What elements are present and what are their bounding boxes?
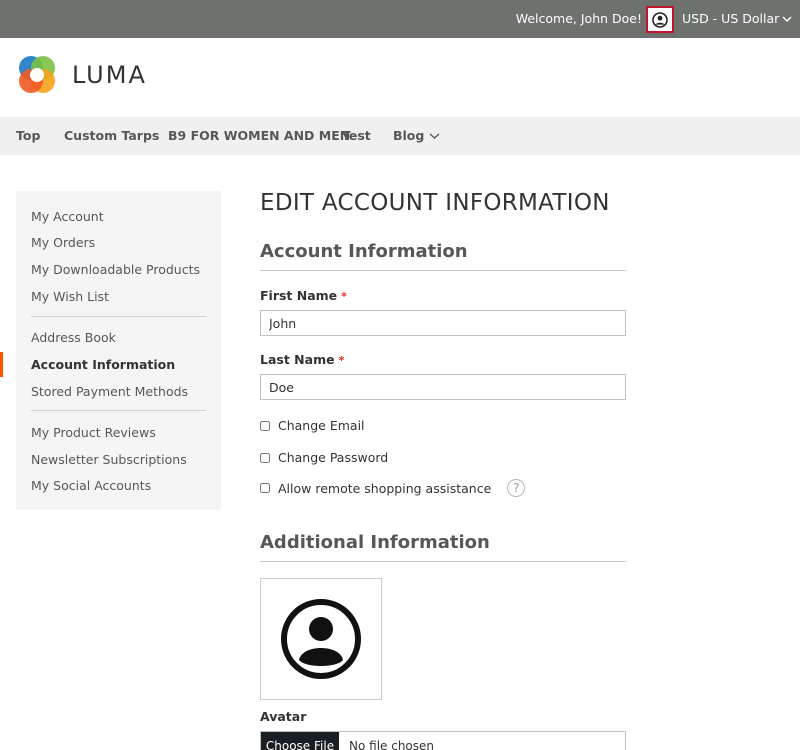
first-name-input[interactable] <box>260 310 626 336</box>
nav-item-top[interactable]: Top <box>16 128 40 143</box>
account-sidebar: My Account My Orders My Downloadable Pro… <box>16 191 221 510</box>
chevron-down-icon <box>782 16 792 22</box>
page-title: EDIT ACCOUNT INFORMATION <box>260 190 610 216</box>
remote-assistance-checkbox[interactable] <box>260 483 270 493</box>
remote-assistance-option: Allow remote shopping assistance ? <box>260 479 526 497</box>
sidebar-divider <box>31 410 206 411</box>
required-asterisk: * <box>338 354 345 367</box>
nav-item-blog[interactable]: Blog <box>393 128 440 143</box>
last-name-label: Last Name * <box>260 352 344 367</box>
avatar-file-input[interactable]: Choose File No file chosen <box>260 731 626 750</box>
sidebar-item-product-reviews[interactable]: My Product Reviews <box>31 425 156 440</box>
sidebar-item-account-information[interactable]: Account Information <box>31 357 175 372</box>
avatar-label: Avatar <box>260 709 307 724</box>
avatar-placeholder-icon <box>281 599 361 679</box>
last-name-label-text: Last Name <box>260 352 335 367</box>
account-information-heading: Account Information <box>260 241 468 262</box>
nav-item-custom-tarps[interactable]: Custom Tarps <box>64 128 159 143</box>
sidebar-item-address-book[interactable]: Address Book <box>31 330 116 345</box>
account-menu-button[interactable] <box>646 6 674 33</box>
remote-assistance-label[interactable]: Allow remote shopping assistance <box>278 481 491 496</box>
nav-item-blog-label: Blog <box>393 128 425 143</box>
main-navigation: Top Custom Tarps B9 FOR WOMEN AND MEN Te… <box>0 117 800 155</box>
luma-logo[interactable]: LUMA <box>16 54 147 96</box>
additional-information-heading: Additional Information <box>260 532 490 553</box>
nav-item-test[interactable]: Test <box>342 128 371 143</box>
sidebar-item-social-accounts[interactable]: My Social Accounts <box>31 478 151 493</box>
change-password-option: Change Password <box>260 450 388 465</box>
first-name-label-text: First Name <box>260 288 338 303</box>
sidebar-item-my-orders[interactable]: My Orders <box>31 235 95 250</box>
first-name-label: First Name * <box>260 288 347 303</box>
choose-file-button[interactable]: Choose File <box>261 732 339 750</box>
welcome-message: Welcome, John Doe! <box>515 11 642 26</box>
user-circle-icon <box>652 11 668 28</box>
sidebar-item-downloadable-products[interactable]: My Downloadable Products <box>31 262 200 277</box>
sidebar-active-indicator <box>0 352 3 377</box>
currency-switcher[interactable]: USD - US Dollar <box>682 11 792 26</box>
nav-item-b9[interactable]: B9 FOR WOMEN AND MEN <box>168 128 350 143</box>
sidebar-divider <box>31 316 206 317</box>
top-header-bar: Welcome, John Doe! USD - US Dollar <box>0 0 800 38</box>
file-status-text: No file chosen <box>349 739 435 750</box>
sidebar-item-newsletter-subscriptions[interactable]: Newsletter Subscriptions <box>31 452 187 467</box>
luma-logo-mark-icon <box>19 56 55 93</box>
chevron-down-icon <box>429 132 440 139</box>
section-divider <box>260 270 626 271</box>
last-name-input[interactable] <box>260 374 626 400</box>
change-email-checkbox[interactable] <box>260 420 270 431</box>
currency-label: USD - US Dollar <box>682 11 780 26</box>
change-email-label[interactable]: Change Email <box>278 418 365 433</box>
help-icon[interactable]: ? <box>507 479 526 497</box>
required-asterisk: * <box>341 290 347 303</box>
change-password-checkbox[interactable] <box>260 452 270 463</box>
change-email-option: Change Email <box>260 418 365 433</box>
section-divider <box>260 561 626 562</box>
sidebar-item-my-account[interactable]: My Account <box>31 209 104 224</box>
sidebar-item-wish-list[interactable]: My Wish List <box>31 289 109 304</box>
sidebar-item-stored-payment-methods[interactable]: Stored Payment Methods <box>31 384 188 399</box>
logo-text: LUMA <box>72 61 147 89</box>
change-password-label[interactable]: Change Password <box>278 450 388 465</box>
avatar-preview <box>260 578 382 700</box>
